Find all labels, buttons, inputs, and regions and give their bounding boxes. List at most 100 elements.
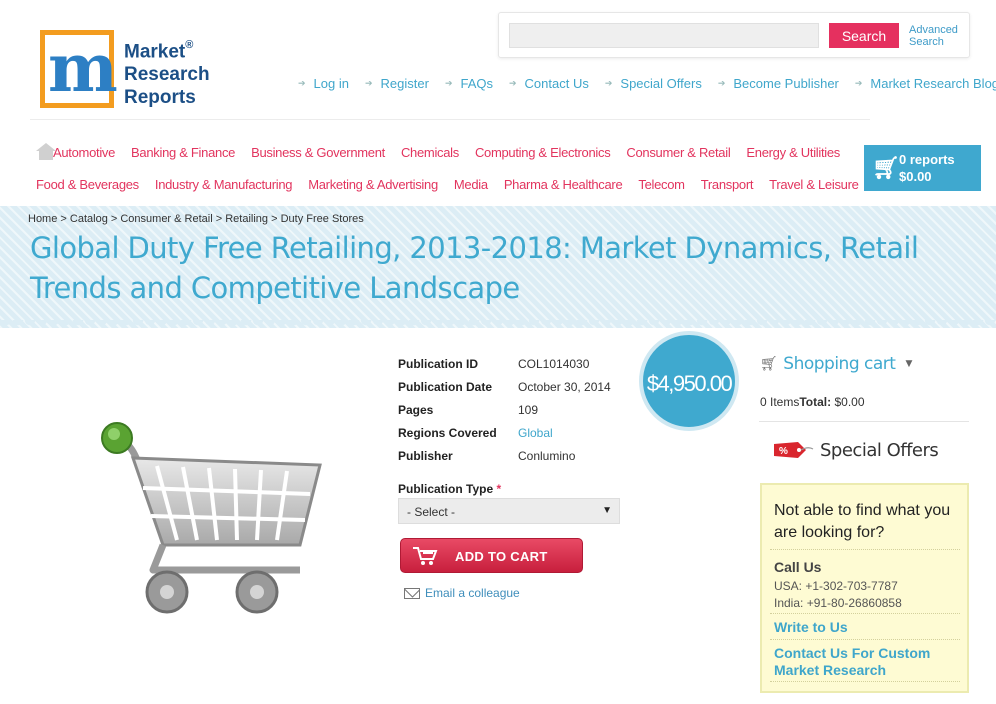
category-transport[interactable]: Transport bbox=[701, 177, 754, 192]
arrow-icon: ➔ bbox=[854, 78, 863, 88]
category-row-2: Food & Beverages Industry & Manufacturin… bbox=[36, 174, 859, 194]
breadcrumb: Home > Catalog > Consumer & Retail > Ret… bbox=[28, 213, 364, 225]
category-chemicals[interactable]: Chemicals bbox=[401, 145, 459, 160]
detail-label: Pages bbox=[398, 402, 434, 417]
publication-type-select[interactable]: - Select - ▼ bbox=[398, 498, 620, 524]
detail-row: Regions Covered Global bbox=[398, 421, 611, 444]
cart-icon: 🛒︎ bbox=[872, 155, 900, 180]
chevron-down-icon: ▼ bbox=[602, 505, 612, 516]
arrow-icon: ➔ bbox=[444, 78, 453, 88]
phone-india: India: +91-80-26860858 bbox=[774, 596, 902, 610]
contact-us-link[interactable]: ➔ Contact Us bbox=[509, 76, 589, 91]
detail-value: October 30, 2014 bbox=[518, 379, 611, 394]
category-food-beverages[interactable]: Food & Beverages bbox=[36, 177, 139, 192]
special-offers-title: Special Offers bbox=[820, 439, 939, 461]
advanced-search-line-2: Search bbox=[909, 36, 944, 48]
logo-letter: m bbox=[48, 29, 118, 107]
category-media[interactable]: Media bbox=[454, 177, 488, 192]
faqs-label: FAQs bbox=[460, 76, 493, 91]
logo-mark: m bbox=[40, 29, 118, 108]
detail-value: Conlumino bbox=[518, 448, 576, 463]
cart-report-count: 0 reports bbox=[899, 152, 955, 167]
detail-label: Regions Covered bbox=[398, 425, 497, 440]
site-logo[interactable]: m Market® Research Reports bbox=[40, 29, 212, 110]
breadcrumb-duty-free-stores[interactable]: Duty Free Stores bbox=[281, 213, 364, 225]
contact-us-label: Contact Us bbox=[524, 76, 589, 91]
category-energy-utilities[interactable]: Energy & Utilities bbox=[746, 145, 840, 160]
cart-total: $0.00 bbox=[899, 169, 932, 184]
detail-value: COL1014030 bbox=[518, 356, 590, 371]
chevron-down-icon: ▼ bbox=[905, 359, 912, 369]
arrow-icon: ➔ bbox=[298, 78, 306, 88]
region-link[interactable]: Global bbox=[518, 426, 553, 440]
phone-usa: USA: +1-302-703-7787 bbox=[774, 579, 898, 593]
category-travel-leisure[interactable]: Travel & Leisure bbox=[769, 177, 859, 192]
category-computing-electronics[interactable]: Computing & Electronics bbox=[475, 145, 611, 160]
breadcrumb-consumer-retail[interactable]: Consumer & Retail bbox=[120, 213, 212, 225]
search-panel: Search Advanced Search bbox=[498, 12, 970, 58]
category-consumer-retail[interactable]: Consumer & Retail bbox=[626, 145, 730, 160]
special-offers-link[interactable]: ➔ Special Offers bbox=[605, 76, 702, 91]
blog-label: Market Research Blog bbox=[870, 76, 996, 91]
cart-status: 0 ItemsTotal: $0.00 bbox=[760, 395, 865, 409]
home-icon[interactable] bbox=[36, 143, 56, 161]
cart-icon: 🛒︎ bbox=[760, 356, 778, 372]
sidebar-divider bbox=[759, 421, 969, 422]
write-to-us-link[interactable]: Write to Us bbox=[774, 619, 848, 635]
category-telecom[interactable]: Telecom bbox=[638, 177, 685, 192]
price-value: $4,950.00 bbox=[646, 371, 733, 396]
category-automotive[interactable]: Automotive bbox=[53, 145, 115, 160]
custom-research-link[interactable]: Contact Us For Custom Market Research bbox=[774, 645, 964, 679]
register-link[interactable]: ➔ Register bbox=[365, 76, 429, 91]
detail-row: Publication ID COL1014030 bbox=[398, 352, 611, 375]
call-us-heading: Call Us bbox=[774, 559, 822, 575]
publication-type-label: Publication Type * bbox=[398, 482, 501, 496]
add-to-cart-button[interactable]: ADD TO CART bbox=[400, 538, 583, 573]
category-banking-finance[interactable]: Banking & Finance bbox=[131, 145, 235, 160]
detail-value: 109 bbox=[518, 402, 539, 417]
add-to-cart-label: ADD TO CART bbox=[455, 549, 548, 564]
publication-type-value: - Select - bbox=[407, 505, 456, 519]
logo-word-3: Reports bbox=[124, 87, 196, 109]
header-divider bbox=[30, 119, 870, 120]
top-links: ➔ Log in ➔ Register ➔ FAQs ➔ Contact Us ➔ Spe… bbox=[298, 76, 996, 91]
detail-row: Pages 109 bbox=[398, 398, 611, 421]
faqs-link[interactable]: ➔ FAQs bbox=[445, 76, 493, 91]
shopping-cart-title: Shopping cart bbox=[783, 354, 896, 374]
help-divider bbox=[770, 549, 960, 550]
email-colleague-link[interactable]: Email a colleague bbox=[404, 586, 520, 600]
help-divider bbox=[770, 681, 960, 682]
arrow-icon: ➔ bbox=[604, 78, 613, 88]
header-cart-button[interactable]: 🛒︎ 0 reports $0.00 bbox=[864, 145, 981, 191]
special-offers-heading[interactable]: % Special Offers bbox=[772, 438, 939, 462]
login-link[interactable]: ➔ Log in bbox=[298, 76, 349, 91]
cart-summary-text: 0 reports $0.00 bbox=[899, 151, 955, 185]
breadcrumb-catalog[interactable]: Catalog bbox=[70, 213, 108, 225]
shopping-cart-heading[interactable]: 🛒︎ Shopping cart ▼ bbox=[760, 354, 912, 374]
detail-row: Publication Date October 30, 2014 bbox=[398, 375, 611, 398]
arrow-icon: ➔ bbox=[509, 78, 517, 88]
registered-mark: ® bbox=[185, 39, 194, 51]
email-colleague-label: Email a colleague bbox=[425, 586, 520, 600]
category-industry-manufacturing[interactable]: Industry & Manufacturing bbox=[155, 177, 293, 192]
detail-label: Publisher bbox=[398, 448, 453, 463]
search-input[interactable] bbox=[509, 23, 819, 48]
help-question: Not able to find what you are looking fo… bbox=[774, 502, 951, 541]
cart-icon bbox=[411, 545, 439, 567]
become-publisher-link[interactable]: ➔ Become Publisher bbox=[718, 76, 839, 91]
detail-label: Publication ID bbox=[398, 356, 479, 371]
cart-total-label: Total: bbox=[799, 395, 832, 409]
help-divider bbox=[770, 639, 960, 640]
category-business-government[interactable]: Business & Government bbox=[251, 145, 385, 160]
category-pharma-healthcare[interactable]: Pharma & Healthcare bbox=[504, 177, 623, 192]
arrow-icon: ➔ bbox=[717, 78, 726, 88]
breadcrumb-home[interactable]: Home bbox=[28, 213, 57, 225]
breadcrumb-retailing[interactable]: Retailing bbox=[225, 213, 268, 225]
category-marketing-advertising[interactable]: Marketing & Advertising bbox=[308, 177, 438, 192]
detail-label: Publication Date bbox=[398, 379, 493, 394]
advanced-search-line-1: Advanced bbox=[909, 24, 958, 36]
advanced-search-link[interactable]: Advanced Search bbox=[909, 24, 965, 48]
blog-link[interactable]: ➔ Market Research Blog bbox=[855, 76, 996, 91]
special-offers-label: Special Offers bbox=[620, 76, 702, 91]
search-button[interactable]: Search bbox=[829, 23, 899, 48]
